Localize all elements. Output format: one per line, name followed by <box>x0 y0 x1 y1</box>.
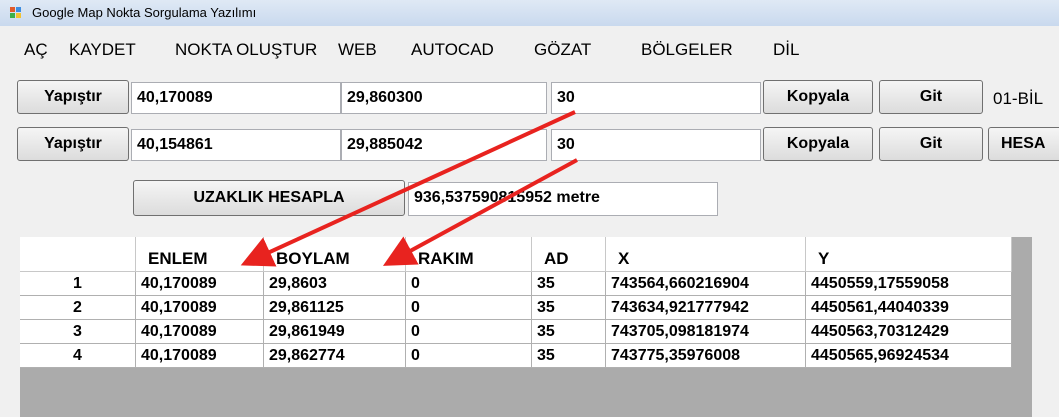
copy-button-1[interactable]: Kopyala <box>763 80 873 114</box>
table-cell[interactable]: 743634,921777942 <box>606 296 806 320</box>
menu-item-web[interactable]: WEB <box>338 40 377 60</box>
table-cell[interactable]: 0 <box>406 296 532 320</box>
column-header-y[interactable]: Y <box>806 237 1012 272</box>
table-cell[interactable]: 0 <box>406 320 532 344</box>
latitude-field-2[interactable]: 40,154861 <box>131 129 341 161</box>
menu-item-open[interactable]: AÇ <box>24 40 48 60</box>
table-cell[interactable]: 40,170089 <box>136 344 264 368</box>
paste-button-1[interactable]: Yapıştır <box>17 80 129 114</box>
row-number[interactable]: 1 <box>20 272 136 296</box>
altitude-field-2[interactable]: 30 <box>551 129 761 161</box>
menu-item-save[interactable]: KAYDET <box>69 40 136 60</box>
row-number[interactable]: 2 <box>20 296 136 320</box>
altitude-field-1[interactable]: 30 <box>551 82 761 114</box>
title-bar: Google Map Nokta Sorgulama Yazılımı <box>0 0 1059 26</box>
table-cell[interactable]: 743775,35976008 <box>606 344 806 368</box>
table-cell[interactable]: 29,862774 <box>264 344 406 368</box>
table-cell[interactable]: 743564,660216904 <box>606 272 806 296</box>
table-cell[interactable]: 40,170089 <box>136 272 264 296</box>
menu-item-browse[interactable]: GÖZAT <box>534 40 591 60</box>
table-cell[interactable]: 35 <box>532 344 606 368</box>
table-cell[interactable]: 40,170089 <box>136 320 264 344</box>
column-header-name[interactable]: AD <box>532 237 606 272</box>
row-number[interactable]: 4 <box>20 344 136 368</box>
window-title: Google Map Nokta Sorgulama Yazılımı <box>32 5 257 20</box>
table-cell[interactable]: 35 <box>532 320 606 344</box>
longitude-field-1[interactable]: 29,860300 <box>341 82 547 114</box>
column-header-longitude[interactable]: BOYLAM <box>264 237 406 272</box>
menu-item-language[interactable]: DİL <box>773 40 799 60</box>
calculate-button[interactable]: HESA <box>988 127 1059 161</box>
points-table[interactable]: ENLEM BOYLAM RAKIM AD X Y 1 40,170089 29… <box>20 237 1032 417</box>
table-cell[interactable]: 29,861125 <box>264 296 406 320</box>
table-cell[interactable]: 4450563,70312429 <box>806 320 1012 344</box>
app-logo-icon <box>10 7 23 19</box>
distance-result-field[interactable]: 936,537590815952 metre <box>408 182 718 216</box>
column-header-altitude[interactable]: RAKIM <box>406 237 532 272</box>
calculate-distance-button[interactable]: UZAKLIK HESAPLA <box>133 180 405 216</box>
table-cell[interactable]: 29,861949 <box>264 320 406 344</box>
go-button-1[interactable]: Git <box>879 80 983 114</box>
table-cell[interactable]: 0 <box>406 344 532 368</box>
table-cell[interactable]: 743705,098181974 <box>606 320 806 344</box>
region-combo[interactable]: 01-BİL <box>993 89 1043 109</box>
menu-item-autocad[interactable]: AUTOCAD <box>411 40 494 60</box>
table-cell[interactable]: 4450561,44040339 <box>806 296 1012 320</box>
row-number[interactable]: 3 <box>20 320 136 344</box>
latitude-field-1[interactable]: 40,170089 <box>131 82 341 114</box>
menu-item-create-point[interactable]: NOKTA OLUŞTUR <box>175 40 317 60</box>
column-header-latitude[interactable]: ENLEM <box>136 237 264 272</box>
go-button-2[interactable]: Git <box>879 127 983 161</box>
longitude-field-2[interactable]: 29,885042 <box>341 129 547 161</box>
table-cell[interactable]: 35 <box>532 296 606 320</box>
table-corner-header[interactable] <box>20 237 136 272</box>
table-cell[interactable]: 35 <box>532 272 606 296</box>
menu-item-regions[interactable]: BÖLGELER <box>641 40 733 60</box>
copy-button-2[interactable]: Kopyala <box>763 127 873 161</box>
table-cell[interactable]: 4450565,96924534 <box>806 344 1012 368</box>
table-cell[interactable]: 0 <box>406 272 532 296</box>
paste-button-2[interactable]: Yapıştır <box>17 127 129 161</box>
table-cell[interactable]: 29,8603 <box>264 272 406 296</box>
table-cell[interactable]: 4450559,17559058 <box>806 272 1012 296</box>
table-cell[interactable]: 40,170089 <box>136 296 264 320</box>
column-header-x[interactable]: X <box>606 237 806 272</box>
